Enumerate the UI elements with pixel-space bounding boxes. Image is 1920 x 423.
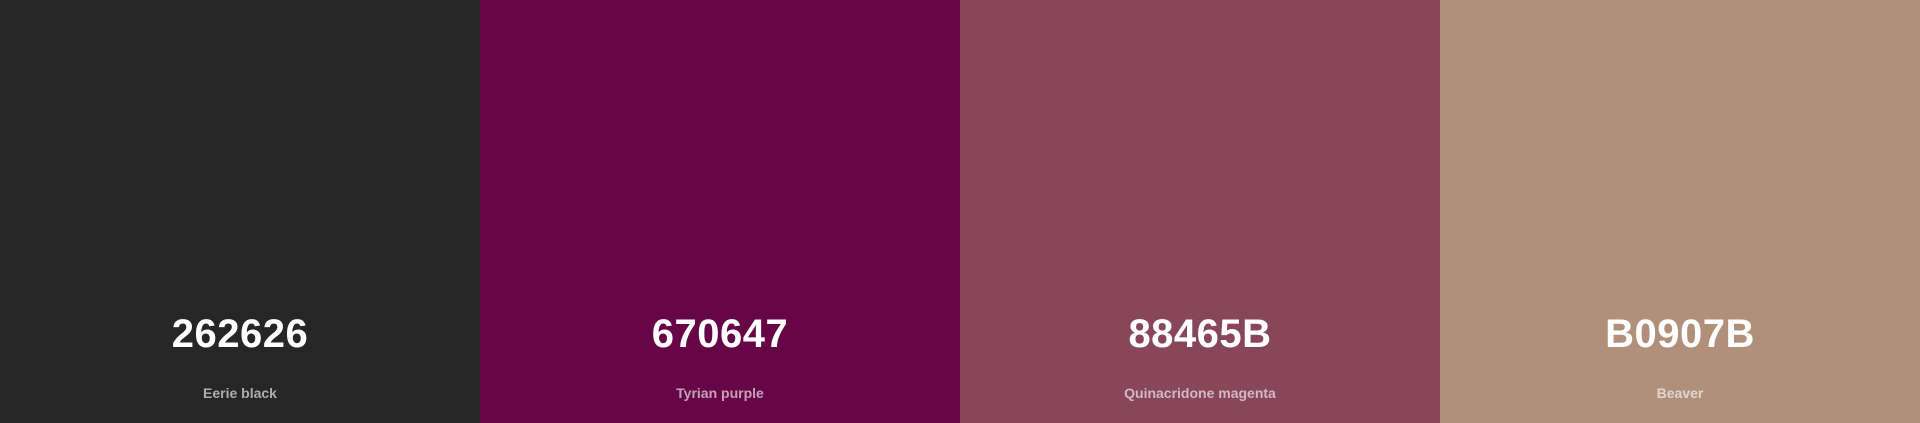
- hex-code[interactable]: 670647: [480, 310, 960, 358]
- hex-code[interactable]: 88465B: [960, 310, 1440, 358]
- color-swatch-eerie-black[interactable]: 262626 Eerie black: [0, 0, 480, 423]
- color-swatch-tyrian-purple[interactable]: 670647 Tyrian purple: [480, 0, 960, 423]
- color-palette: 262626 Eerie black 670647 Tyrian purple …: [0, 0, 1920, 423]
- color-name: Eerie black: [203, 385, 277, 401]
- color-swatch-beaver[interactable]: B0907B Beaver: [1440, 0, 1920, 423]
- hex-code[interactable]: B0907B: [1440, 310, 1920, 358]
- color-swatch-quinacridone-magenta[interactable]: 88465B Quinacridone magenta: [960, 0, 1440, 423]
- hex-code[interactable]: 262626: [0, 310, 480, 358]
- color-name: Beaver: [1656, 385, 1704, 401]
- color-name: Quinacridone magenta: [1124, 385, 1276, 401]
- color-name: Tyrian purple: [676, 385, 764, 401]
